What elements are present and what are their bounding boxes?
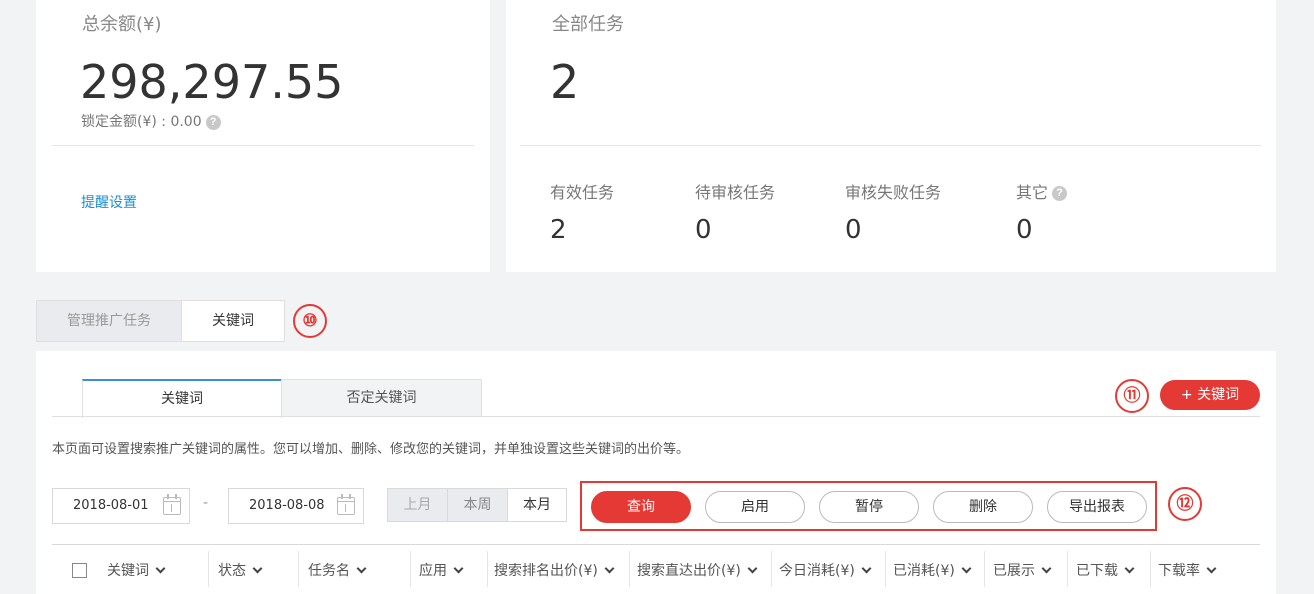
page-description: 本页面可设置搜索推广关键词的属性。您可以增加、删除、修改您的关键词，并单独设置这… <box>52 442 690 457</box>
keyword-panel: 关键词 否定关键词 ⑪ + 关键词 本页面可设置搜索推广关键词的属性。您可以增加… <box>36 351 1276 594</box>
stat-label-other-text: 其它 <box>1016 183 1049 202</box>
tab-manage-tasks[interactable]: 管理推广任务 <box>36 300 182 342</box>
column-header-task-name[interactable]: 任务名 <box>308 560 367 580</box>
subtab-divider <box>52 416 1260 417</box>
chevron-down-icon <box>453 563 464 574</box>
annotation-11: ⑪ <box>1115 379 1149 413</box>
stat-value-active: 2 <box>550 215 567 245</box>
start-date-input[interactable]: 2018-08-01 <box>52 488 190 524</box>
column-label: 已消耗(¥) <box>893 563 955 579</box>
chevron-down-icon <box>1206 563 1217 574</box>
divider <box>52 145 474 146</box>
period-this-month-button[interactable]: 本月 <box>508 489 566 521</box>
export-report-button[interactable]: 导出报表 <box>1047 491 1147 523</box>
chevron-down-icon <box>861 563 872 574</box>
balance-amount: 298,297.55 <box>80 55 344 109</box>
period-selector: 上月 本周 本月 <box>387 488 567 522</box>
column-header-total-cost[interactable]: 已消耗(¥) <box>893 560 972 580</box>
delete-button[interactable]: 删除 <box>933 491 1033 523</box>
balance-card: 总余额(¥) 298,297.55 锁定金额(¥) : 0.00? 提醒设置 <box>36 0 490 272</box>
column-label: 已下载 <box>1076 563 1118 579</box>
period-last-month-button[interactable]: 上月 <box>388 489 448 521</box>
tab-keywords[interactable]: 关键词 <box>181 300 285 342</box>
column-header-search-rank-bid[interactable]: 搜索排名出价(¥) <box>494 560 615 580</box>
column-separator <box>885 551 886 587</box>
subtab-keywords[interactable]: 关键词 <box>82 379 282 418</box>
column-label: 任务名 <box>308 563 350 579</box>
chevron-down-icon <box>1041 563 1052 574</box>
column-header-app[interactable]: 应用 <box>419 560 464 580</box>
calendar-icon[interactable] <box>163 494 181 515</box>
add-keyword-button[interactable]: + 关键词 <box>1160 380 1260 410</box>
help-icon[interactable]: ? <box>1052 186 1068 201</box>
enable-button[interactable]: 启用 <box>705 491 805 523</box>
column-separator <box>1150 551 1151 587</box>
column-label: 已展示 <box>993 563 1035 579</box>
table-top-border <box>52 544 1260 545</box>
column-header-today-cost[interactable]: 今日消耗(¥) <box>779 560 872 580</box>
chevron-down-icon <box>604 563 615 574</box>
column-header-impressions[interactable]: 已展示 <box>993 560 1052 580</box>
help-icon[interactable]: ? <box>205 114 221 130</box>
start-date-value: 2018-08-01 <box>73 498 149 513</box>
chevron-down-icon <box>747 563 758 574</box>
column-label: 应用 <box>419 563 447 579</box>
column-separator <box>410 551 411 587</box>
column-header-direct-bid[interactable]: 搜索直达出价(¥) <box>637 560 758 580</box>
tasks-card: 全部任务 2 有效任务 2 待审核任务 0 审核失败任务 0 其它? 0 <box>506 0 1276 272</box>
tasks-title: 全部任务 <box>552 14 624 35</box>
column-label: 下载率 <box>1158 563 1200 579</box>
locked-amount-text: 锁定金额(¥) : 0.00 <box>81 114 202 130</box>
end-date-value: 2018-08-08 <box>249 498 325 513</box>
column-label: 状态 <box>218 563 246 579</box>
subtab-negative-keywords[interactable]: 否定关键词 <box>281 379 482 417</box>
column-label: 搜索直达出价(¥) <box>637 563 741 579</box>
locked-amount: 锁定金额(¥) : 0.00? <box>81 111 221 131</box>
column-label: 关键词 <box>107 563 149 579</box>
column-separator <box>984 551 985 587</box>
column-label: 今日消耗(¥) <box>779 563 855 579</box>
calendar-icon[interactable] <box>337 494 355 515</box>
stat-value-pending: 0 <box>695 215 712 245</box>
column-header-downloads[interactable]: 已下载 <box>1076 560 1135 580</box>
balance-title: 总余额(¥) <box>82 14 162 35</box>
period-this-week-button[interactable]: 本周 <box>448 489 508 521</box>
column-label: 搜索排名出价(¥) <box>494 563 598 579</box>
reminder-settings-link[interactable]: 提醒设置 <box>81 192 137 212</box>
end-date-input[interactable]: 2018-08-08 <box>228 488 364 524</box>
select-all-checkbox[interactable] <box>72 563 87 578</box>
stat-label-other: 其它? <box>1016 179 1068 203</box>
chevron-down-icon <box>1124 563 1135 574</box>
chevron-down-icon <box>252 563 263 574</box>
chevron-down-icon <box>155 563 166 574</box>
stat-value-failed: 0 <box>845 215 862 245</box>
chevron-down-icon <box>961 563 972 574</box>
column-separator <box>771 551 772 587</box>
column-header-status[interactable]: 状态 <box>218 560 263 580</box>
date-separator: - <box>203 495 209 511</box>
column-separator <box>487 551 488 587</box>
column-separator <box>629 551 630 587</box>
pause-button[interactable]: 暂停 <box>819 491 919 523</box>
stat-label-pending: 待审核任务 <box>695 183 776 202</box>
stat-value-other: 0 <box>1016 215 1033 245</box>
tasks-total: 2 <box>550 55 580 109</box>
action-button-group: 查询 启用 暂停 删除 导出报表 <box>580 481 1157 531</box>
annotation-12: ⑫ <box>1168 487 1202 521</box>
column-separator <box>298 551 299 587</box>
annotation-10: ⑩ <box>293 304 327 338</box>
stat-label-failed: 审核失败任务 <box>845 183 942 202</box>
divider <box>520 145 1261 146</box>
column-separator <box>208 551 209 587</box>
column-header-keyword[interactable]: 关键词 <box>107 560 166 580</box>
query-button[interactable]: 查询 <box>591 491 691 523</box>
stat-label-active: 有效任务 <box>550 183 615 202</box>
column-header-download-rate[interactable]: 下载率 <box>1158 560 1217 580</box>
column-separator <box>1067 551 1068 587</box>
chevron-down-icon <box>356 563 367 574</box>
